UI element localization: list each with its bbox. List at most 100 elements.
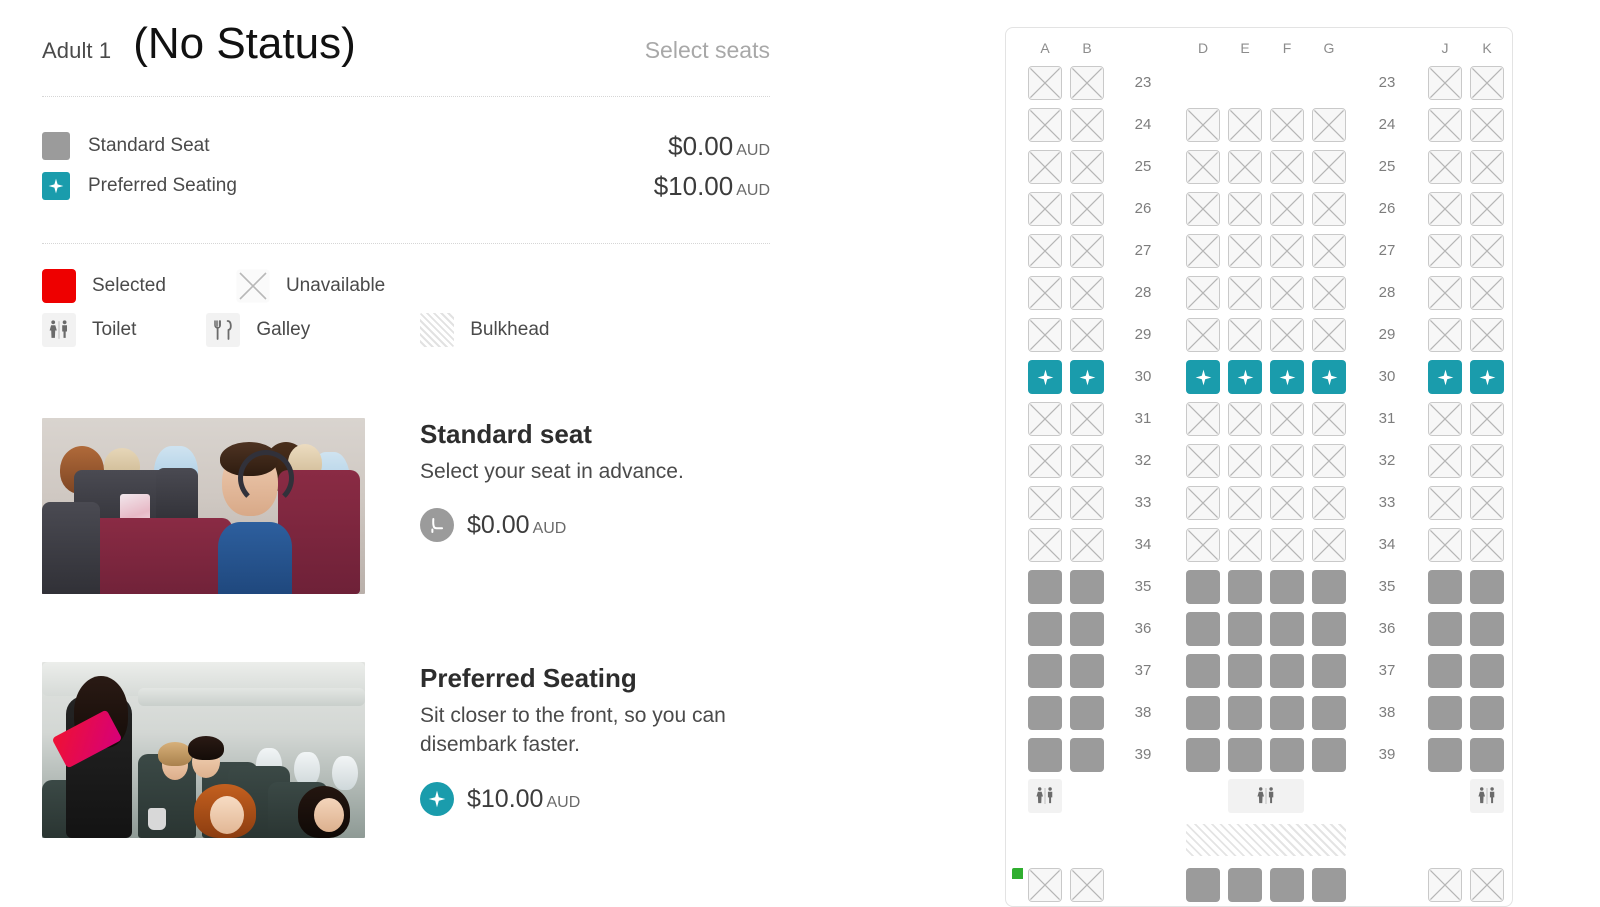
price-row-standard: Standard Seat $0.00 AUD [42,126,770,166]
seat-39B[interactable] [1070,738,1104,772]
seat-29J [1428,318,1462,352]
seat-26F [1270,192,1304,226]
seat-37K[interactable] [1470,654,1504,688]
seat-partial-B [1070,868,1104,902]
seat-row-30: 30 30 [1006,356,1512,398]
seat-36J[interactable] [1428,612,1462,646]
seat-31K [1470,402,1504,436]
seat-37A[interactable] [1028,654,1062,688]
seat-partial-G[interactable] [1312,868,1346,902]
seat-31A [1028,402,1062,436]
seat-28D [1186,276,1220,310]
seat-38A[interactable] [1028,696,1062,730]
seat-32K [1470,444,1504,478]
seat-36B[interactable] [1070,612,1104,646]
standard-seat-photo [42,418,365,594]
seat-36D[interactable] [1186,612,1220,646]
seat-37B[interactable] [1070,654,1104,688]
seat-39K[interactable] [1470,738,1504,772]
seat-36K[interactable] [1470,612,1504,646]
column-letter-A: A [1040,40,1050,56]
seat-38J[interactable] [1428,696,1462,730]
seat-32D [1186,444,1220,478]
seat-30K[interactable] [1470,360,1504,394]
column-letter-B: B [1082,40,1092,56]
seat-27J [1428,234,1462,268]
price-legend: Standard Seat $0.00 AUD Preferred Seating… [42,126,770,206]
seat-38E[interactable] [1228,696,1262,730]
seat-30A[interactable] [1028,360,1062,394]
seat-38G[interactable] [1312,696,1346,730]
row-number-23-right: 23 [1378,74,1396,91]
seat-36G[interactable] [1312,612,1346,646]
seat-map-grid[interactable]: A B D E F G J K 23 23 24 24 25 25 26 26 27 27 28 28 29 29 30 30… [1006,28,1512,906]
seat-36E[interactable] [1228,612,1262,646]
seat-39F[interactable] [1270,738,1304,772]
seat-36F[interactable] [1270,612,1304,646]
column-letter-F: F [1282,40,1292,56]
row-number-36-left: 36 [1134,620,1152,637]
row-number-31-left: 31 [1134,410,1152,427]
seat-39E[interactable] [1228,738,1262,772]
seat-38F[interactable] [1270,696,1304,730]
seat-28A [1028,276,1062,310]
select-seats-action[interactable]: Select seats [645,37,770,64]
preferred-seat-amount: $10.00 [653,170,734,201]
preferred-seating-price-value: $10.00 AUD [467,785,580,814]
seat-map-panel[interactable]: A B D E F G J K 23 23 24 24 25 25 26 26 27 27 28 28 29 29 30 30… [1005,27,1513,907]
seat-37D[interactable] [1186,654,1220,688]
seat-row-29: 29 29 [1006,314,1512,356]
seat-row-28: 28 28 [1006,272,1512,314]
seat-31G [1312,402,1346,436]
seat-30G[interactable] [1312,360,1346,394]
standard-seat-price: $0.00 AUD [668,131,770,162]
seat-39A[interactable] [1028,738,1062,772]
seat-row-24: 24 24 [1006,104,1512,146]
seat-38K[interactable] [1470,696,1504,730]
seat-30B[interactable] [1070,360,1104,394]
seat-24F [1270,108,1304,142]
column-letter-G: G [1323,40,1335,56]
seat-29B [1070,318,1104,352]
seat-30F[interactable] [1270,360,1304,394]
seat-35E[interactable] [1228,570,1262,604]
legend-label-galley: Galley [256,319,311,340]
passenger-status: (No Status) [133,19,356,68]
seat-35K[interactable] [1470,570,1504,604]
seat-33E [1228,486,1262,520]
seat-29E [1228,318,1262,352]
seat-35A[interactable] [1028,570,1062,604]
seat-selection-left-panel: Adult 1 (No Status) Select seats Standar… [0,0,990,900]
seat-31J [1428,402,1462,436]
row-number-29-right: 29 [1378,326,1396,343]
seat-26B [1070,192,1104,226]
seat-35B[interactable] [1070,570,1104,604]
seat-partial-E[interactable] [1228,868,1262,902]
seat-35D[interactable] [1186,570,1220,604]
seat-39D[interactable] [1186,738,1220,772]
row-number-35-left: 35 [1134,578,1152,595]
seat-39J[interactable] [1428,738,1462,772]
seat-partial-D[interactable] [1186,868,1220,902]
seat-38B[interactable] [1070,696,1104,730]
seat-37G[interactable] [1312,654,1346,688]
seat-37F[interactable] [1270,654,1304,688]
exit-row-marker-icon [1012,868,1023,879]
seat-35G[interactable] [1312,570,1346,604]
seat-30D[interactable] [1186,360,1220,394]
seat-30E[interactable] [1228,360,1262,394]
seat-23A [1028,66,1062,100]
seat-39G[interactable] [1312,738,1346,772]
seat-36A[interactable] [1028,612,1062,646]
legend-label-bulkhead: Bulkhead [470,319,550,340]
seat-partial-F[interactable] [1270,868,1304,902]
bulkhead-row [1006,820,1512,864]
seat-35J[interactable] [1428,570,1462,604]
seat-37E[interactable] [1228,654,1262,688]
seat-37J[interactable] [1428,654,1462,688]
legend-item-toilet: Toilet [42,313,136,347]
row-number-25-right: 25 [1378,158,1396,175]
seat-30J[interactable] [1428,360,1462,394]
seat-38D[interactable] [1186,696,1220,730]
seat-35F[interactable] [1270,570,1304,604]
